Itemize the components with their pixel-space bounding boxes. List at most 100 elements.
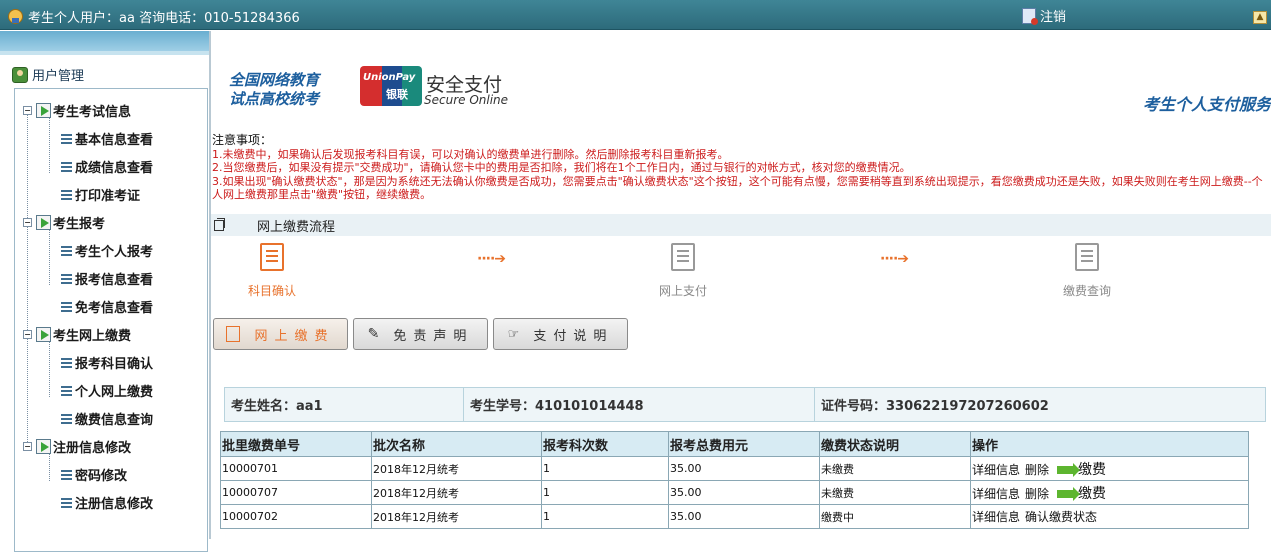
sidebar-item-registration-info[interactable]: 报考信息查看 — [61, 269, 153, 288]
folder-icon — [36, 215, 51, 230]
step-online-pay: 网上支付 — [643, 243, 723, 299]
collapse-minus-icon[interactable]: − — [23, 442, 32, 451]
sidebar-item-label: 基本信息查看 — [75, 133, 154, 148]
pay-link[interactable]: 缴费 — [1078, 486, 1106, 502]
sidebar-item-label: 注册信息修改 — [75, 497, 154, 512]
delete-link[interactable]: 删除 — [1025, 463, 1049, 477]
list-icon — [61, 497, 72, 508]
tab-online-pay[interactable]: 网上缴费 — [213, 318, 348, 350]
user-info: 考生个人用户：aa 咨询电话：010-51284366 — [8, 7, 300, 26]
list-icon — [61, 273, 72, 284]
notice-section: 注意事项： 1.未缴费中，如果确认后发现报考科目有误，可以对确认的缴费单进行删除… — [212, 133, 1270, 202]
sidebar-item-payment-query[interactable]: 缴费信息查询 — [61, 409, 153, 428]
logout-button[interactable]: 注销 — [1022, 6, 1066, 25]
row-actions: 详细信息 删除 缴费 — [970, 456, 1249, 481]
user-icon — [8, 9, 23, 24]
sidebar-item-label: 报考信息查看 — [75, 273, 154, 288]
page-title: 考生个人支付服务 — [1142, 95, 1271, 114]
payment-status: 缴费中 — [819, 504, 971, 529]
detail-link[interactable]: 详细信息 — [972, 463, 1020, 477]
confirm-status-link[interactable]: 确认缴费状态 — [1025, 510, 1097, 524]
sidebar-item-personal-registration[interactable]: 考生个人报考 — [61, 241, 153, 260]
sidebar-item-basic-info[interactable]: 基本信息查看 — [61, 129, 153, 148]
table-row: 10000701 2018年12月统考 1 35.00 未缴费 详细信息 删除 缴费 — [220, 456, 1249, 481]
batch-name: 2018年12月统考 — [371, 504, 542, 529]
batch-name: 2018年12月统考 — [371, 456, 542, 481]
payment-status: 未缴费 — [819, 456, 971, 481]
batch-name: 2018年12月统考 — [371, 480, 542, 505]
logout-label: 注销 — [1040, 10, 1067, 25]
delete-link[interactable]: 删除 — [1025, 487, 1049, 501]
list-icon — [61, 357, 72, 368]
pay-link[interactable]: 缴费 — [1078, 462, 1106, 478]
sidebar-item-exemption-info[interactable]: 免考信息查看 — [61, 297, 153, 316]
sidebar-item-personal-payment[interactable]: 个人网上缴费 — [61, 381, 153, 400]
tree-group-label: 考生报考 — [53, 217, 106, 232]
tree-group-online-payment[interactable]: − 考生网上缴费 — [23, 325, 131, 344]
sidebar-item-label: 个人网上缴费 — [75, 385, 154, 400]
logo-line-2: 试点高校统考 — [229, 90, 320, 108]
column-header: 缴费状态说明 — [819, 431, 971, 457]
sidebar-item-password[interactable]: 密码修改 — [61, 465, 127, 484]
step-label: 缴费查询 — [1062, 284, 1111, 298]
nav-tree: − 考生考试信息 基本信息查看 成绩信息查看 打印准考证 − 考生报考 考生个人… — [14, 88, 208, 552]
arrow-right-icon[interactable] — [1057, 462, 1081, 477]
tree-group-label: 注册信息修改 — [53, 441, 132, 456]
sidebar-item-label: 免考信息查看 — [75, 301, 154, 316]
step-label: 科目确认 — [247, 284, 296, 298]
list-icon — [61, 301, 72, 312]
logo-line-1: 全国网络教育 — [229, 71, 320, 89]
total-fee: 35.00 — [668, 456, 820, 481]
tree-line — [27, 114, 28, 450]
tree-line — [49, 229, 50, 285]
order-no: 10000702 — [220, 504, 372, 529]
collapse-minus-icon[interactable]: − — [23, 218, 32, 227]
arrow-right-icon[interactable] — [1057, 486, 1081, 501]
tree-group-label: 考生网上缴费 — [53, 329, 132, 344]
sidebar-item-label: 成绩信息查看 — [75, 161, 154, 176]
step-payment-query: 缴费查询 — [1047, 243, 1127, 299]
tab-pay-instructions[interactable]: ☞ 支付说明 — [493, 318, 628, 350]
hand-point-icon: ☞ — [507, 326, 520, 342]
tab-disclaimer[interactable]: ✎ 免责声明 — [353, 318, 488, 350]
unionpay-cn: 银联 — [386, 88, 408, 101]
sidebar-item-scores[interactable]: 成绩信息查看 — [61, 157, 153, 176]
tree-line — [49, 341, 50, 397]
tab-label: 网上缴费 — [254, 328, 335, 344]
folder-icon — [36, 327, 51, 342]
sidebar-item-label: 缴费信息查询 — [75, 413, 154, 428]
collapse-icon[interactable]: ▲ — [1253, 11, 1267, 24]
payment-orders-table: 批里缴费单号 批次名称 报考科次数 报考总费用元 缴费状态说明 操作 10000… — [220, 431, 1249, 529]
tree-group-label: 考生考试信息 — [53, 105, 132, 120]
column-header: 报考总费用元 — [668, 431, 820, 457]
detail-link[interactable]: 详细信息 — [972, 487, 1020, 501]
tab-label: 免责声明 — [393, 328, 474, 344]
tree-group-registration[interactable]: − 考生报考 — [23, 213, 105, 232]
collapse-minus-icon[interactable]: − — [23, 106, 32, 115]
notice-line-3: 3.如果出现"确认缴费状态"，那是因为系统还无法确认你缴费是否成功，您需要点击"… — [212, 174, 1263, 202]
sidebar-title: 用户管理 — [12, 65, 84, 84]
step-subject-confirm: 科目确认 — [232, 243, 312, 299]
user-info-text: 考生个人用户：aa 咨询电话：010-51284366 — [28, 11, 300, 26]
sidebar-item-print-ticket[interactable]: 打印准考证 — [61, 185, 140, 204]
column-header: 批里缴费单号 — [220, 431, 372, 457]
sidebar-item-account-info[interactable]: 注册信息修改 — [61, 493, 153, 512]
tree-line — [49, 453, 50, 481]
main-content: 全国网络教育 试点高校统考 UnionPay 银联 安全支付 Secure On… — [211, 31, 1271, 539]
sidebar-header-bar — [0, 31, 209, 55]
table-row: 10000702 2018年12月统考 1 35.00 缴费中 详细信息 确认缴费… — [220, 504, 1249, 529]
list-icon — [61, 245, 72, 256]
sidebar-item-subject-confirm[interactable]: 报考科目确认 — [61, 353, 153, 372]
column-header: 报考科次数 — [541, 431, 669, 457]
flow-title: 网上缴费流程 — [257, 219, 336, 235]
notice-line-2: 2.当您缴费后，如果没有提示"交费成功"，请确认您卡中的费用是否扣除，我们将在1… — [212, 161, 911, 174]
order-no: 10000707 — [220, 480, 372, 505]
collapse-minus-icon[interactable]: − — [23, 330, 32, 339]
detail-link[interactable]: 详细信息 — [972, 510, 1020, 524]
tree-group-account-edit[interactable]: − 注册信息修改 — [23, 437, 131, 456]
sidebar-title-label: 用户管理 — [32, 69, 85, 84]
column-header: 操作 — [970, 431, 1249, 457]
tree-group-exam-info[interactable]: − 考生考试信息 — [23, 101, 131, 120]
payment-form-icon — [671, 243, 695, 271]
total-fee: 35.00 — [668, 480, 820, 505]
